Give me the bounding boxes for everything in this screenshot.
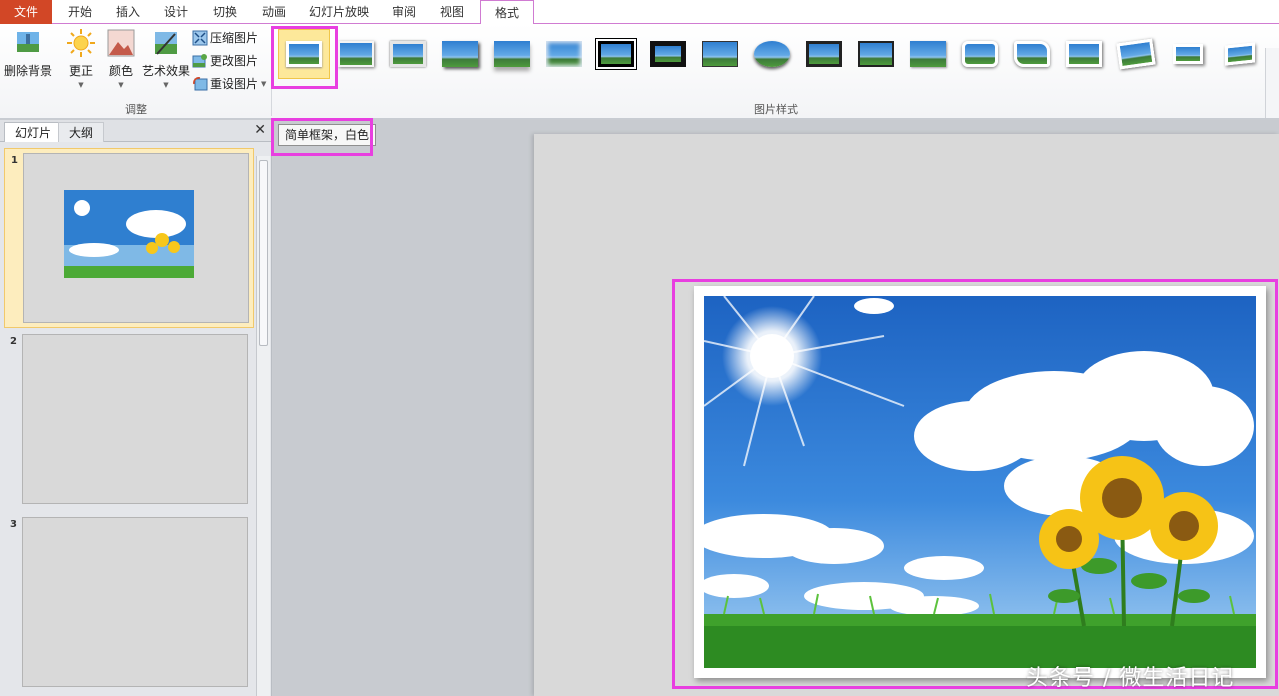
tab-file[interactable]: 文件: [0, 0, 52, 24]
tab-format[interactable]: 格式: [480, 0, 534, 25]
compress-pictures-button[interactable]: 压缩图片: [192, 28, 258, 48]
change-picture-icon: [192, 53, 208, 69]
slide-thumbnail[interactable]: [23, 153, 249, 323]
picture-style-double-frame-black[interactable]: [594, 34, 638, 74]
scrollbar-handle[interactable]: [259, 160, 268, 346]
style-tooltip: 简单框架，白色: [278, 124, 377, 146]
compress-label: 压缩图片: [210, 31, 259, 45]
tab-home[interactable]: 开始: [60, 0, 100, 24]
picture-style-rotated-white[interactable]: [1114, 34, 1158, 74]
remove-background-icon: [13, 28, 43, 58]
picture-style-metal-frame[interactable]: [386, 34, 430, 74]
reset-picture-button[interactable]: 重设图片 ▼: [192, 74, 266, 94]
tab-review[interactable]: 审阅: [384, 0, 424, 24]
artistic-effects-label: 艺术效果: [142, 64, 191, 78]
tab-slides[interactable]: 幻灯片: [4, 122, 63, 142]
sun-icon: [66, 28, 96, 58]
compress-icon: [192, 30, 208, 46]
adjust-group-label: 调整: [125, 103, 147, 116]
picture-style-perspective-shadow[interactable]: [1166, 34, 1210, 74]
tab-animations[interactable]: 动画: [254, 0, 294, 24]
picture-style-beveled-matte[interactable]: [334, 34, 378, 74]
slide-thumbnail[interactable]: [22, 334, 248, 504]
sunflower-picture[interactable]: [704, 296, 1256, 668]
close-icon[interactable]: ✕: [254, 122, 266, 138]
picture-style-bevel-rectangle[interactable]: [1062, 34, 1106, 74]
picture-style-drop-shadow[interactable]: [438, 34, 482, 74]
slide-thumbnail-row[interactable]: 2: [4, 330, 254, 510]
group-separator: [271, 28, 272, 116]
artistic-effects-button[interactable]: 艺术效果 ▼: [142, 26, 190, 92]
picture-style-soft-edge[interactable]: [542, 34, 586, 74]
color-icon: [106, 28, 136, 58]
reset-picture-label: 重设图片: [210, 77, 259, 91]
picture-styles-group-label: 图片样式: [754, 103, 798, 116]
tab-slideshow[interactable]: 幻灯片放映: [303, 0, 375, 24]
remove-background-button[interactable]: 删除背景: [2, 26, 54, 92]
slides-scrollbar[interactable]: [256, 156, 270, 696]
panel-tabs: 幻灯片 大纲 ✕: [0, 120, 272, 142]
slides-panel: 幻灯片 大纲 ✕ 1 2 3: [0, 120, 272, 696]
picture-style-selected[interactable]: [282, 34, 326, 74]
slide-thumbnail-picture: [64, 190, 194, 278]
picture-style-oval[interactable]: [750, 34, 794, 74]
watermark-text: 头条号 / 微生活日记: [1026, 666, 1235, 691]
slide-number: 2: [10, 336, 17, 347]
corrections-button[interactable]: 更正 ▼: [62, 26, 100, 92]
tab-design[interactable]: 设计: [156, 0, 196, 24]
color-label: 颜色: [108, 64, 133, 78]
tab-view[interactable]: 视图: [432, 0, 472, 24]
tab-outline[interactable]: 大纲: [58, 122, 105, 142]
picture-style-rounded-rectangle[interactable]: [958, 34, 1002, 74]
picture-style-rounded-diagonal[interactable]: [854, 34, 898, 74]
dropdown-arrow-icon: ▼: [78, 81, 84, 89]
slide-thumbnail-row[interactable]: 1: [4, 148, 254, 328]
tab-transitions[interactable]: 切换: [205, 0, 245, 24]
dropdown-arrow-icon: ▼: [261, 80, 267, 88]
gallery-scroll[interactable]: [1265, 48, 1279, 118]
tab-insert[interactable]: 插入: [108, 0, 148, 24]
picture-style-center-shadow[interactable]: [802, 34, 846, 74]
picture-style-simple-frame-black[interactable]: [698, 34, 742, 74]
picture-style-relaxed-perspective[interactable]: [1218, 34, 1262, 74]
picture-styles-gallery: [276, 30, 1266, 92]
ribbon: 删除背景 更正 ▼ 颜色 ▼ 艺术效果 ▼ 压缩图片 更改图片 重设图片 ▼ 调: [0, 24, 1279, 119]
ribbon-tab-bar: 文件 开始 插入 设计 切换 动画 幻灯片放映 审阅 视图 格式: [0, 0, 1279, 25]
slide-number: 3: [10, 519, 17, 530]
reset-picture-icon: [192, 76, 208, 92]
slide-number: 1: [11, 155, 18, 166]
dropdown-arrow-icon: ▼: [163, 81, 169, 89]
picture-style-snip-corner[interactable]: [906, 34, 950, 74]
remove-background-label: 删除背景: [3, 64, 52, 78]
slide-thumbnail-row[interactable]: 3: [4, 513, 254, 693]
picture-style-moderate-frame[interactable]: [1010, 34, 1054, 74]
color-button[interactable]: 颜色 ▼: [104, 26, 138, 92]
change-picture-button[interactable]: 更改图片: [192, 51, 258, 71]
dropdown-arrow-icon: ▼: [118, 81, 124, 89]
slide-thumbnail[interactable]: [22, 517, 248, 687]
artistic-effects-icon: [151, 28, 181, 58]
picture-style-thick-matte-black[interactable]: [646, 34, 690, 74]
change-picture-label: 更改图片: [210, 54, 259, 68]
corrections-label: 更正: [68, 64, 93, 78]
picture-style-reflected[interactable]: [490, 34, 534, 74]
